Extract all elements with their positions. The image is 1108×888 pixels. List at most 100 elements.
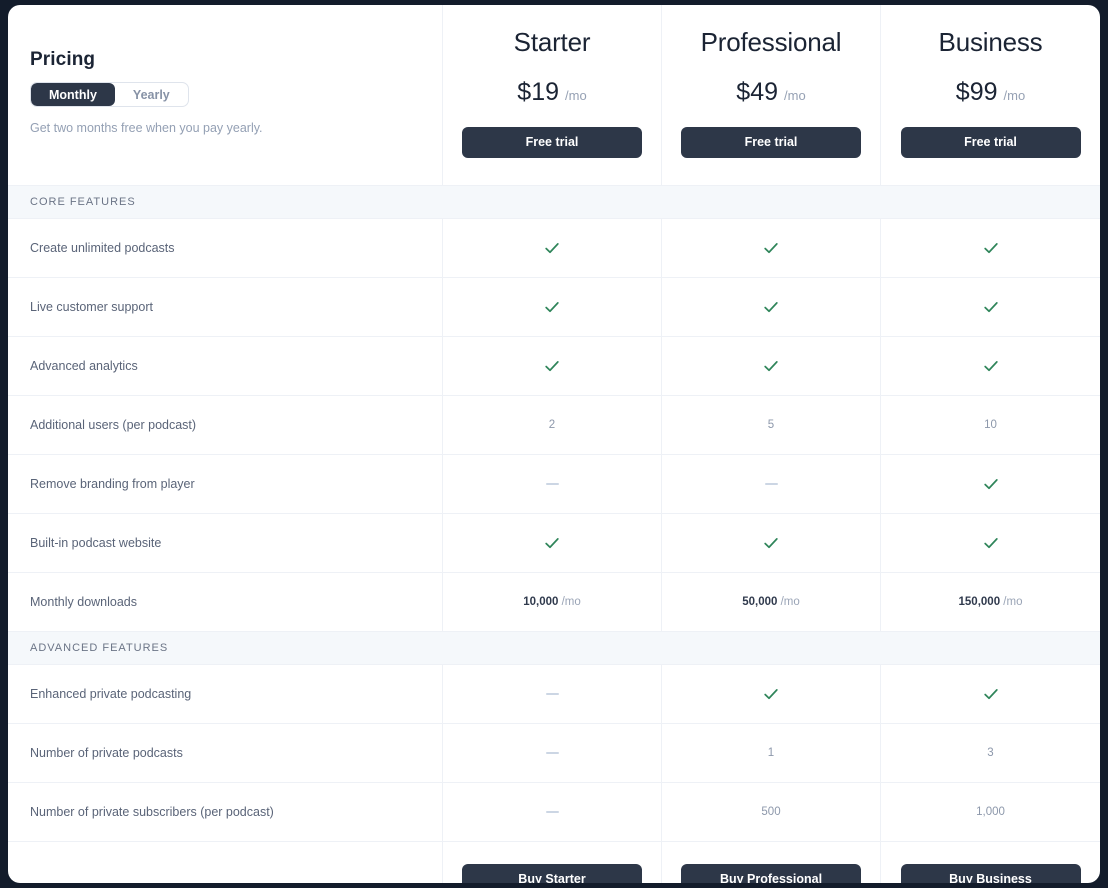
feature-label: Create unlimited podcasts xyxy=(8,219,442,277)
not-included-dash-icon xyxy=(546,693,559,695)
feature-cell: 500 xyxy=(661,783,880,841)
feature-cell: 5 xyxy=(661,396,880,454)
buy-row: Buy Starter Buy Professional Buy Busines… xyxy=(8,842,1100,883)
buy-cell-starter: Buy Starter xyxy=(442,842,661,883)
billing-period-toggle[interactable]: Monthly Yearly xyxy=(30,82,189,107)
billing-toggle-yearly[interactable]: Yearly xyxy=(115,83,188,106)
feature-cell xyxy=(880,514,1100,572)
feature-cell xyxy=(442,514,661,572)
check-icon xyxy=(543,534,561,552)
plan-price: $49 xyxy=(736,78,778,107)
cell-value: 3 xyxy=(987,747,993,759)
buy-cell-professional: Buy Professional xyxy=(661,842,880,883)
check-icon xyxy=(762,357,780,375)
feature-label: Additional users (per podcast) xyxy=(8,396,442,454)
feature-cell: 3 xyxy=(880,724,1100,782)
cell-value: 1,000 xyxy=(976,806,1005,818)
buy-cell-business: Buy Business xyxy=(880,842,1100,883)
feature-cell xyxy=(442,724,661,782)
feature-cell xyxy=(661,665,880,723)
table-row: Monthly downloads 10,000 /mo 50,000 /mo 150… xyxy=(8,573,1100,632)
check-icon xyxy=(982,685,1000,703)
check-icon xyxy=(982,475,1000,493)
feature-cell xyxy=(661,455,880,513)
free-trial-button-starter[interactable]: Free trial xyxy=(462,127,642,158)
feature-cell xyxy=(442,455,661,513)
check-icon xyxy=(982,239,1000,257)
comparison-table-body: CORE FEATURESCreate unlimited podcastsLi… xyxy=(8,186,1100,842)
check-icon xyxy=(982,298,1000,316)
billing-note: Get two months free when you pay yearly. xyxy=(30,121,442,135)
feature-cell xyxy=(442,337,661,395)
plan-period: /mo xyxy=(565,88,587,103)
table-row: Number of private podcasts 1 3 xyxy=(8,724,1100,783)
free-trial-button-business[interactable]: Free trial xyxy=(901,127,1081,158)
feature-cell xyxy=(880,337,1100,395)
section-label: ADVANCED FEATURES xyxy=(8,632,168,665)
plan-header-professional: Professional $49 /mo Free trial xyxy=(661,5,880,185)
check-icon xyxy=(762,239,780,257)
pricing-card: Pricing Monthly Yearly Get two months fr… xyxy=(8,5,1100,883)
feature-cell xyxy=(661,514,880,572)
plan-header-business: Business $99 /mo Free trial xyxy=(880,5,1100,185)
check-icon xyxy=(543,298,561,316)
cell-value: 150,000 /mo xyxy=(959,596,1023,608)
plan-price: $19 xyxy=(517,78,559,107)
cell-value: 50,000 /mo xyxy=(742,596,800,608)
feature-label: Number of private podcasts xyxy=(8,724,442,782)
cell-value: 5 xyxy=(768,419,774,431)
plan-name: Professional xyxy=(701,27,842,58)
plan-price: $99 xyxy=(956,78,998,107)
plan-price-line: $99 /mo xyxy=(956,78,1025,107)
table-row: Create unlimited podcasts xyxy=(8,219,1100,278)
buy-button-professional[interactable]: Buy Professional xyxy=(681,864,861,884)
cell-value: 2 xyxy=(549,419,555,431)
feature-cell xyxy=(442,278,661,336)
table-row: Remove branding from player xyxy=(8,455,1100,514)
check-icon xyxy=(543,357,561,375)
plan-name: Starter xyxy=(514,27,591,58)
buy-button-starter[interactable]: Buy Starter xyxy=(462,864,642,884)
billing-toggle-monthly[interactable]: Monthly xyxy=(31,83,115,106)
feature-label: Number of private subscribers (per podca… xyxy=(8,783,442,841)
feature-cell: 1 xyxy=(661,724,880,782)
feature-cell xyxy=(880,219,1100,277)
feature-label: Remove branding from player xyxy=(8,455,442,513)
free-trial-button-professional[interactable]: Free trial xyxy=(681,127,861,158)
buy-button-business[interactable]: Buy Business xyxy=(901,864,1081,884)
feature-cell xyxy=(880,455,1100,513)
feature-cell: 150,000 /mo xyxy=(880,573,1100,631)
table-row: Live customer support xyxy=(8,278,1100,337)
pricing-intro-pane: Pricing Monthly Yearly Get two months fr… xyxy=(8,5,442,185)
feature-cell xyxy=(661,278,880,336)
check-icon xyxy=(762,298,780,316)
feature-cell: 10 xyxy=(880,396,1100,454)
check-icon xyxy=(762,534,780,552)
feature-label: Built-in podcast website xyxy=(8,514,442,572)
feature-cell xyxy=(661,219,880,277)
feature-cell xyxy=(661,337,880,395)
plan-period: /mo xyxy=(1004,88,1026,103)
cell-value: 10,000 /mo xyxy=(523,596,581,608)
plan-price-line: $49 /mo xyxy=(736,78,805,107)
feature-cell xyxy=(442,783,661,841)
feature-label: Monthly downloads xyxy=(8,573,442,631)
not-included-dash-icon xyxy=(546,483,559,485)
cell-value: 500 xyxy=(761,806,780,818)
check-icon xyxy=(543,239,561,257)
not-included-dash-icon xyxy=(546,752,559,754)
feature-cell: 50,000 /mo xyxy=(661,573,880,631)
feature-cell xyxy=(442,219,661,277)
check-icon xyxy=(762,685,780,703)
feature-label: Enhanced private podcasting xyxy=(8,665,442,723)
table-row: Advanced analytics xyxy=(8,337,1100,396)
feature-label: Live customer support xyxy=(8,278,442,336)
section-label: CORE FEATURES xyxy=(8,186,136,219)
feature-cell xyxy=(442,665,661,723)
check-icon xyxy=(982,534,1000,552)
plan-name: Business xyxy=(939,27,1043,58)
plan-header-starter: Starter $19 /mo Free trial xyxy=(442,5,661,185)
buy-row-spacer xyxy=(8,842,442,883)
feature-cell xyxy=(880,278,1100,336)
cell-value: 10 xyxy=(984,419,997,431)
